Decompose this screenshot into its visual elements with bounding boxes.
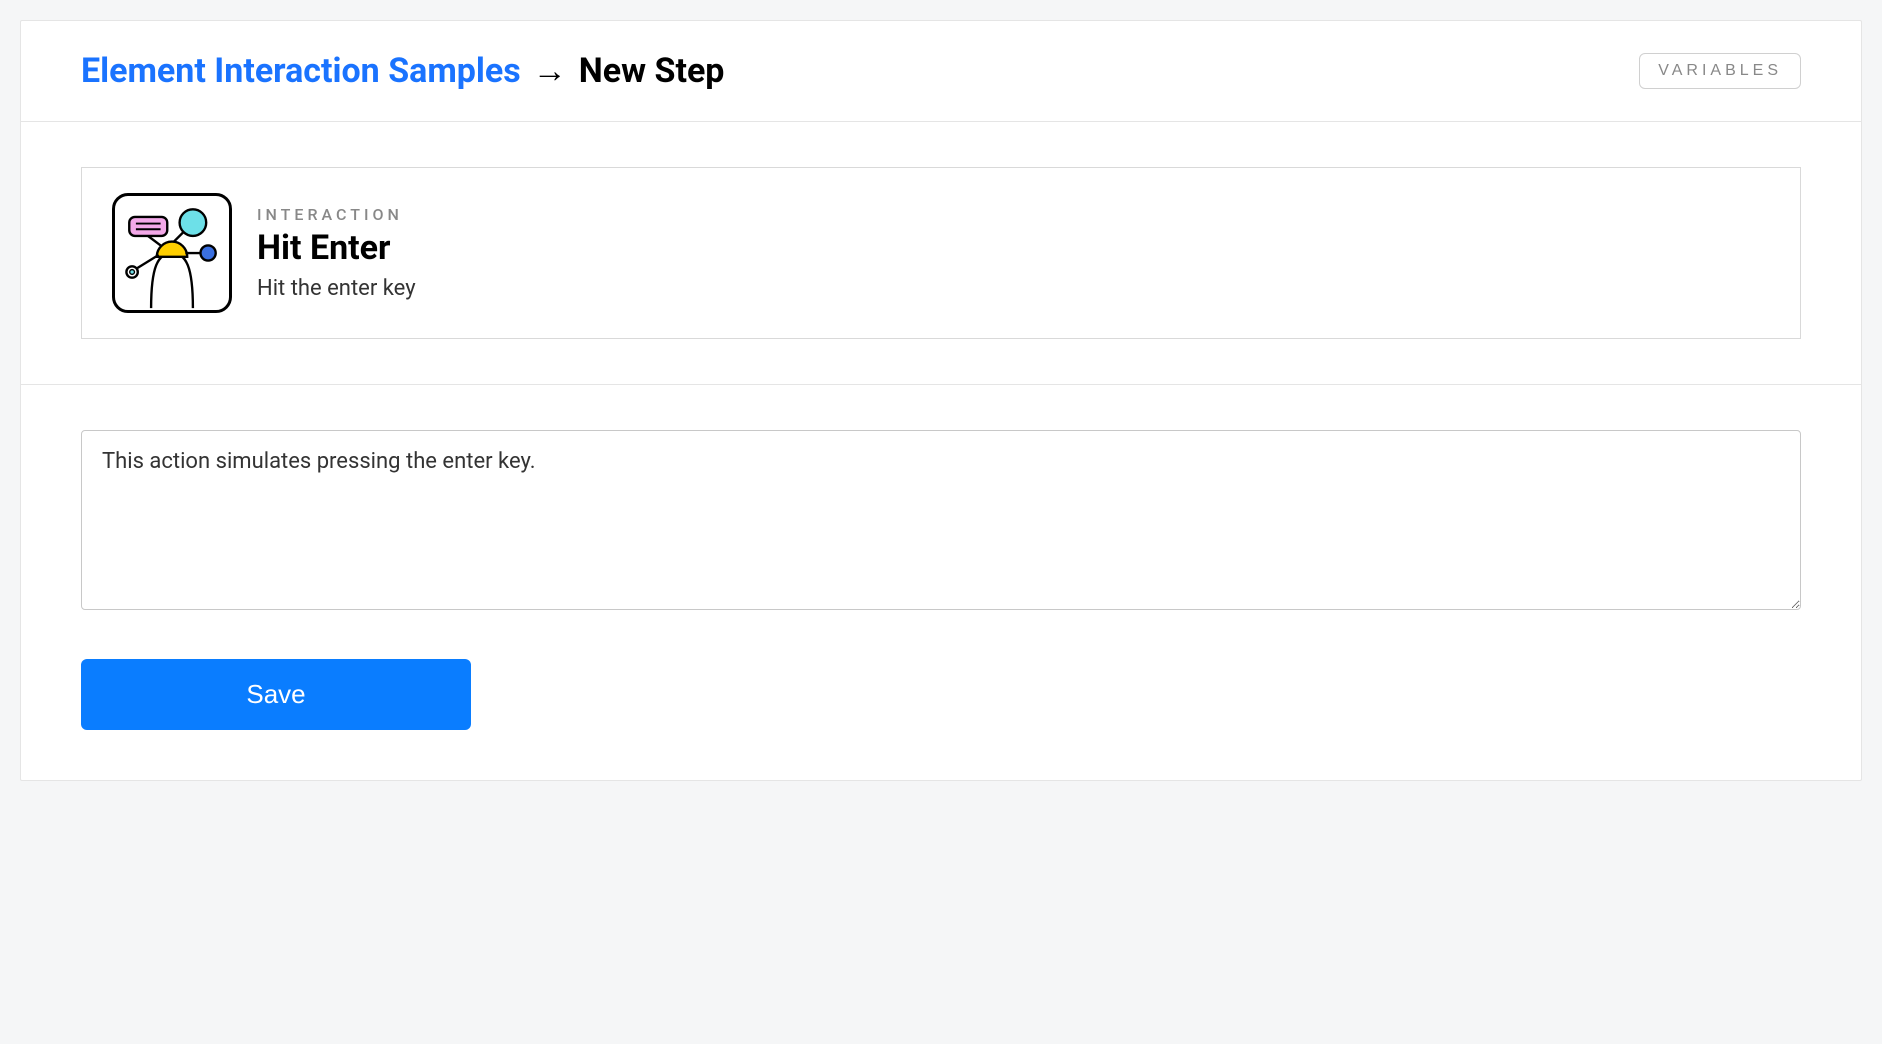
main-container: Element Interaction Samples → New Step V… <box>20 20 1862 781</box>
interaction-description: Hit the enter key <box>257 276 416 301</box>
breadcrumb: Element Interaction Samples → New Step <box>81 51 724 91</box>
variables-button[interactable]: VARIABLES <box>1639 53 1801 89</box>
save-button[interactable]: Save <box>81 659 471 730</box>
breadcrumb-parent-link[interactable]: Element Interaction Samples <box>81 51 521 91</box>
interaction-text: INTERACTION Hit Enter Hit the enter key <box>257 205 416 301</box>
interaction-category-label: INTERACTION <box>257 205 416 224</box>
interaction-icon <box>112 193 232 313</box>
interaction-card: INTERACTION Hit Enter Hit the enter key <box>81 167 1801 339</box>
breadcrumb-current: New Step <box>579 51 725 91</box>
interaction-title: Hit Enter <box>257 228 416 268</box>
page-header: Element Interaction Samples → New Step V… <box>21 21 1861 122</box>
form-section: Save <box>21 385 1861 780</box>
interaction-section: INTERACTION Hit Enter Hit the enter key <box>21 122 1861 385</box>
step-description-input[interactable] <box>81 430 1801 610</box>
arrow-right-icon: → <box>533 51 567 91</box>
